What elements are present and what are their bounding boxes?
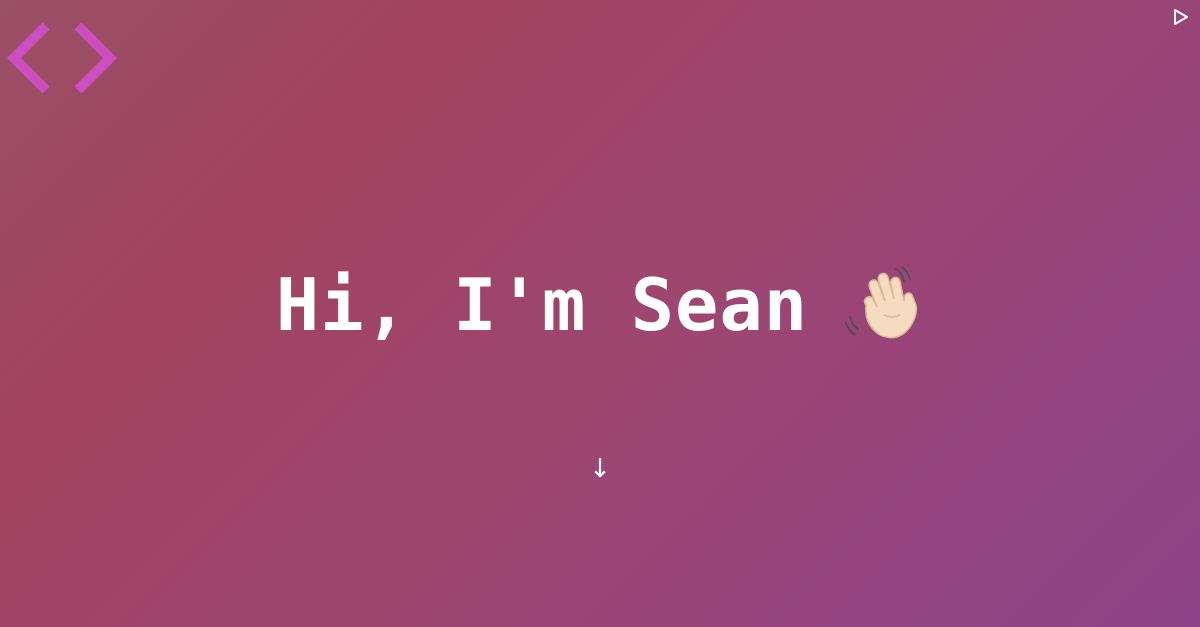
code-brackets-icon[interactable]	[6, 22, 118, 94]
play-icon[interactable]	[1172, 8, 1190, 26]
scroll-down-arrow[interactable]: ↓	[0, 452, 1200, 486]
hero-section: Hi, I'm Sean	[0, 255, 1200, 355]
hero-greeting: Hi, I'm Sean	[275, 263, 809, 347]
waving-hand-icon	[844, 265, 924, 345]
